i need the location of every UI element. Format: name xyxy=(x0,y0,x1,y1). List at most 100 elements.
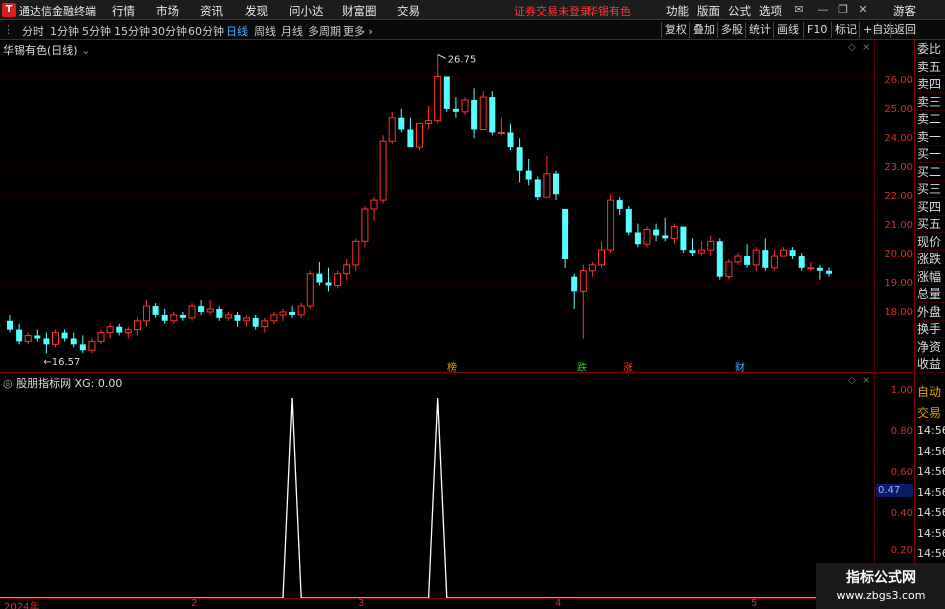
menu-bar: T 通达信金融终端 行情 市场 资讯 发现 问小达 财富圈 交易 证券交易未登录… xyxy=(0,0,945,20)
candle-body xyxy=(443,76,450,109)
candle-body xyxy=(461,99,469,113)
menu-quotes[interactable]: 行情 xyxy=(112,3,135,19)
btn-overlay[interactable]: 叠加 xyxy=(689,22,718,38)
tab-1min[interactable]: 1分钟 xyxy=(50,23,79,39)
menu-news[interactable]: 资讯 xyxy=(200,3,223,19)
btn-f10[interactable]: F10 xyxy=(803,22,830,38)
menu-layout[interactable]: 版面 xyxy=(697,3,720,19)
indicator-axis-label: 0.40 xyxy=(890,508,913,519)
app-logo-icon: T xyxy=(2,3,16,17)
side-panel-item[interactable]: 卖五 xyxy=(917,58,945,76)
low-price-label: ←16.57 xyxy=(43,357,80,368)
candle-body xyxy=(279,311,287,316)
candle-body xyxy=(24,335,32,342)
event-tag-list[interactable]: 榜 xyxy=(446,359,458,374)
side-panel-item[interactable]: 买四 xyxy=(917,198,945,216)
watermark-url: www.zbgs3.com xyxy=(836,589,926,602)
btn-adjust[interactable]: 复权 xyxy=(661,22,690,38)
tab-daily[interactable]: 日线 xyxy=(226,23,248,39)
settings-dropdown-icon[interactable]: ⌄ xyxy=(81,44,90,57)
indicator-settings-icon[interactable]: ◎ xyxy=(3,377,13,390)
candle-body xyxy=(689,250,696,254)
side-panel-item[interactable]: 涨幅 xyxy=(917,268,945,286)
side-panel-item[interactable]: 买一 xyxy=(917,145,945,163)
candle-body xyxy=(70,338,77,345)
side-panel-item[interactable]: 委比 xyxy=(917,40,945,58)
menu-trade[interactable]: 交易 xyxy=(397,3,420,19)
tab-intraday[interactable]: 分时 xyxy=(22,23,44,39)
btn-draw[interactable]: 画线 xyxy=(773,22,802,38)
candle-body xyxy=(744,256,751,265)
candle-body xyxy=(562,208,569,259)
trade-login-notice[interactable]: 证券交易未登录 xyxy=(514,3,591,19)
event-tag-finance[interactable]: 财 xyxy=(734,359,746,374)
candle-body xyxy=(553,173,559,195)
user-label[interactable]: 游客 xyxy=(893,3,916,19)
side-panel-item[interactable]: 外盘 xyxy=(917,303,945,321)
side-panel-item[interactable]: 卖三 xyxy=(917,93,945,111)
close-icon[interactable]: ✕ xyxy=(856,2,870,17)
side-panel-item[interactable]: 净资 xyxy=(917,338,945,356)
side-panel-item[interactable]: 总量 xyxy=(917,285,945,303)
candle-body xyxy=(43,338,50,345)
candle-body xyxy=(88,340,96,351)
event-tag-rise[interactable]: 涨 xyxy=(622,359,634,374)
side-panel-item[interactable]: 收益 xyxy=(917,355,945,373)
side-panel-item[interactable]: 买三 xyxy=(917,180,945,198)
message-icon[interactable]: ✉ xyxy=(792,2,806,17)
side-panel-item[interactable]: 现价 xyxy=(917,233,945,251)
restore-icon[interactable]: ❐ xyxy=(836,2,850,17)
btn-mark[interactable]: 标记 xyxy=(831,22,860,38)
close-pane-icon-lower[interactable]: × xyxy=(862,375,870,386)
btn-statistics[interactable]: 统计 xyxy=(745,22,774,38)
menu-discover[interactable]: 发现 xyxy=(245,3,268,19)
side-panel-item[interactable]: 卖四 xyxy=(917,75,945,93)
date-axis-label: 3 xyxy=(358,598,365,609)
high-price-label: 26.75 xyxy=(448,54,477,65)
date-axis-label: 2024年 xyxy=(4,602,40,609)
tab-5min[interactable]: 5分钟 xyxy=(82,23,111,39)
tab-60min[interactable]: 60分钟 xyxy=(188,23,224,39)
candlestick-chart[interactable]: 26.75 ←16.57 xyxy=(0,40,874,600)
tab-15min[interactable]: 15分钟 xyxy=(114,23,150,39)
tab-monthly[interactable]: 月线 xyxy=(281,23,303,39)
candle-body xyxy=(434,75,442,122)
side-panel-item[interactable]: 买二 xyxy=(917,163,945,181)
candle-body xyxy=(152,306,159,315)
price-axis-label: 18.00 xyxy=(884,307,913,318)
minimize-icon[interactable]: — xyxy=(816,2,830,17)
candle-body xyxy=(543,173,551,198)
tab-weekly[interactable]: 周线 xyxy=(254,23,276,39)
tab-30min[interactable]: 30分钟 xyxy=(151,23,187,39)
menu-functions[interactable]: 功能 xyxy=(666,3,689,19)
menu-options[interactable]: 选项 xyxy=(759,3,782,19)
diamond-icon[interactable]: ◇ xyxy=(848,42,856,53)
menu-ask[interactable]: 问小达 xyxy=(289,3,324,19)
menu-wealth-circle[interactable]: 财富圈 xyxy=(342,3,377,19)
axis-divider xyxy=(874,40,875,600)
price-axis-label: 25.00 xyxy=(884,104,913,115)
close-pane-icon[interactable]: × xyxy=(862,42,870,53)
side-panel-time-item: 14:56 xyxy=(917,444,945,458)
candle-body xyxy=(780,249,787,257)
side-panel-item[interactable]: 涨跌 xyxy=(917,250,945,268)
side-panel-item[interactable]: 换手 xyxy=(917,320,945,338)
date-axis-label: 2 xyxy=(191,598,198,609)
tab-multi-period[interactable]: 多周期 xyxy=(308,23,341,39)
diamond-icon-lower[interactable]: ◇ xyxy=(848,375,856,386)
tab-more[interactable]: 更多 › xyxy=(343,23,373,39)
side-panel-item[interactable]: 卖一 xyxy=(917,128,945,146)
candle-body xyxy=(388,117,396,142)
candle-body xyxy=(571,276,578,292)
side-panel-item[interactable]: 卖二 xyxy=(917,110,945,128)
menu-formula[interactable]: 公式 xyxy=(728,3,751,19)
high-marker-line xyxy=(437,53,446,59)
candle-body xyxy=(216,309,223,318)
btn-back[interactable]: 返回 xyxy=(890,22,919,38)
menu-market[interactable]: 市场 xyxy=(156,3,179,19)
candle-body xyxy=(670,226,678,239)
event-tag-drop[interactable]: 跌 xyxy=(576,359,588,374)
btn-multi-stock[interactable]: 多股 xyxy=(717,22,746,38)
side-panel-item[interactable]: 买五 xyxy=(917,215,945,233)
candle-body xyxy=(725,261,733,278)
